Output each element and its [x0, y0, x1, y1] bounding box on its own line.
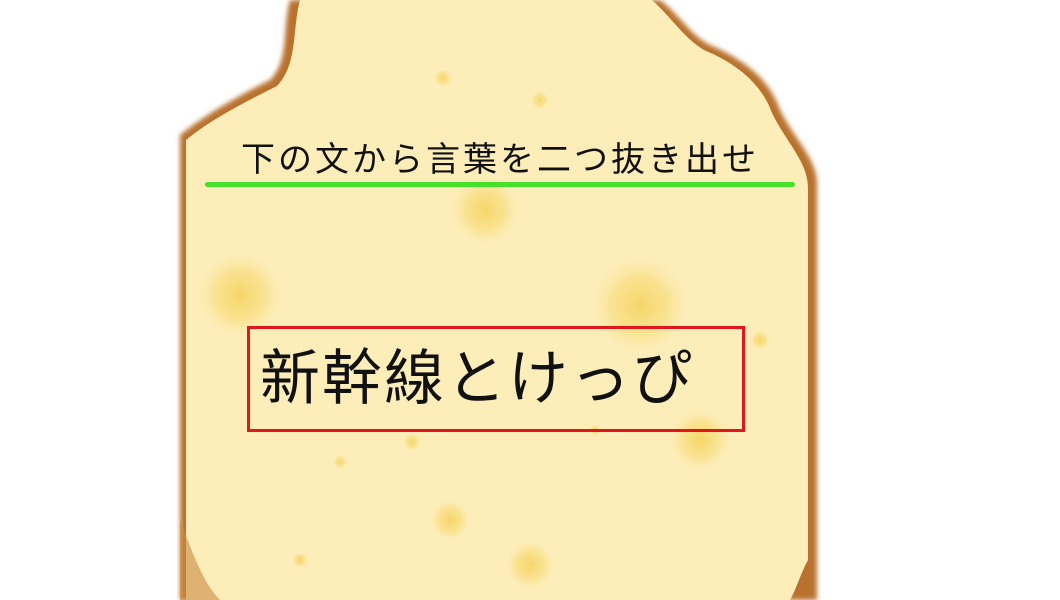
puzzle-sentence-text[interactable]: 新幹線とけっぴ: [260, 329, 694, 429]
puzzle-sentence-box[interactable]: 新幹線とけっぴ: [247, 326, 745, 432]
instruction-underline: [205, 182, 795, 187]
cracker-background: [180, 0, 818, 600]
game-stage: 下の文から言葉を二つ抜き出せ 新幹線とけっぴ: [0, 0, 1060, 600]
instruction-text: 下の文から言葉を二つ抜き出せ: [241, 140, 759, 180]
